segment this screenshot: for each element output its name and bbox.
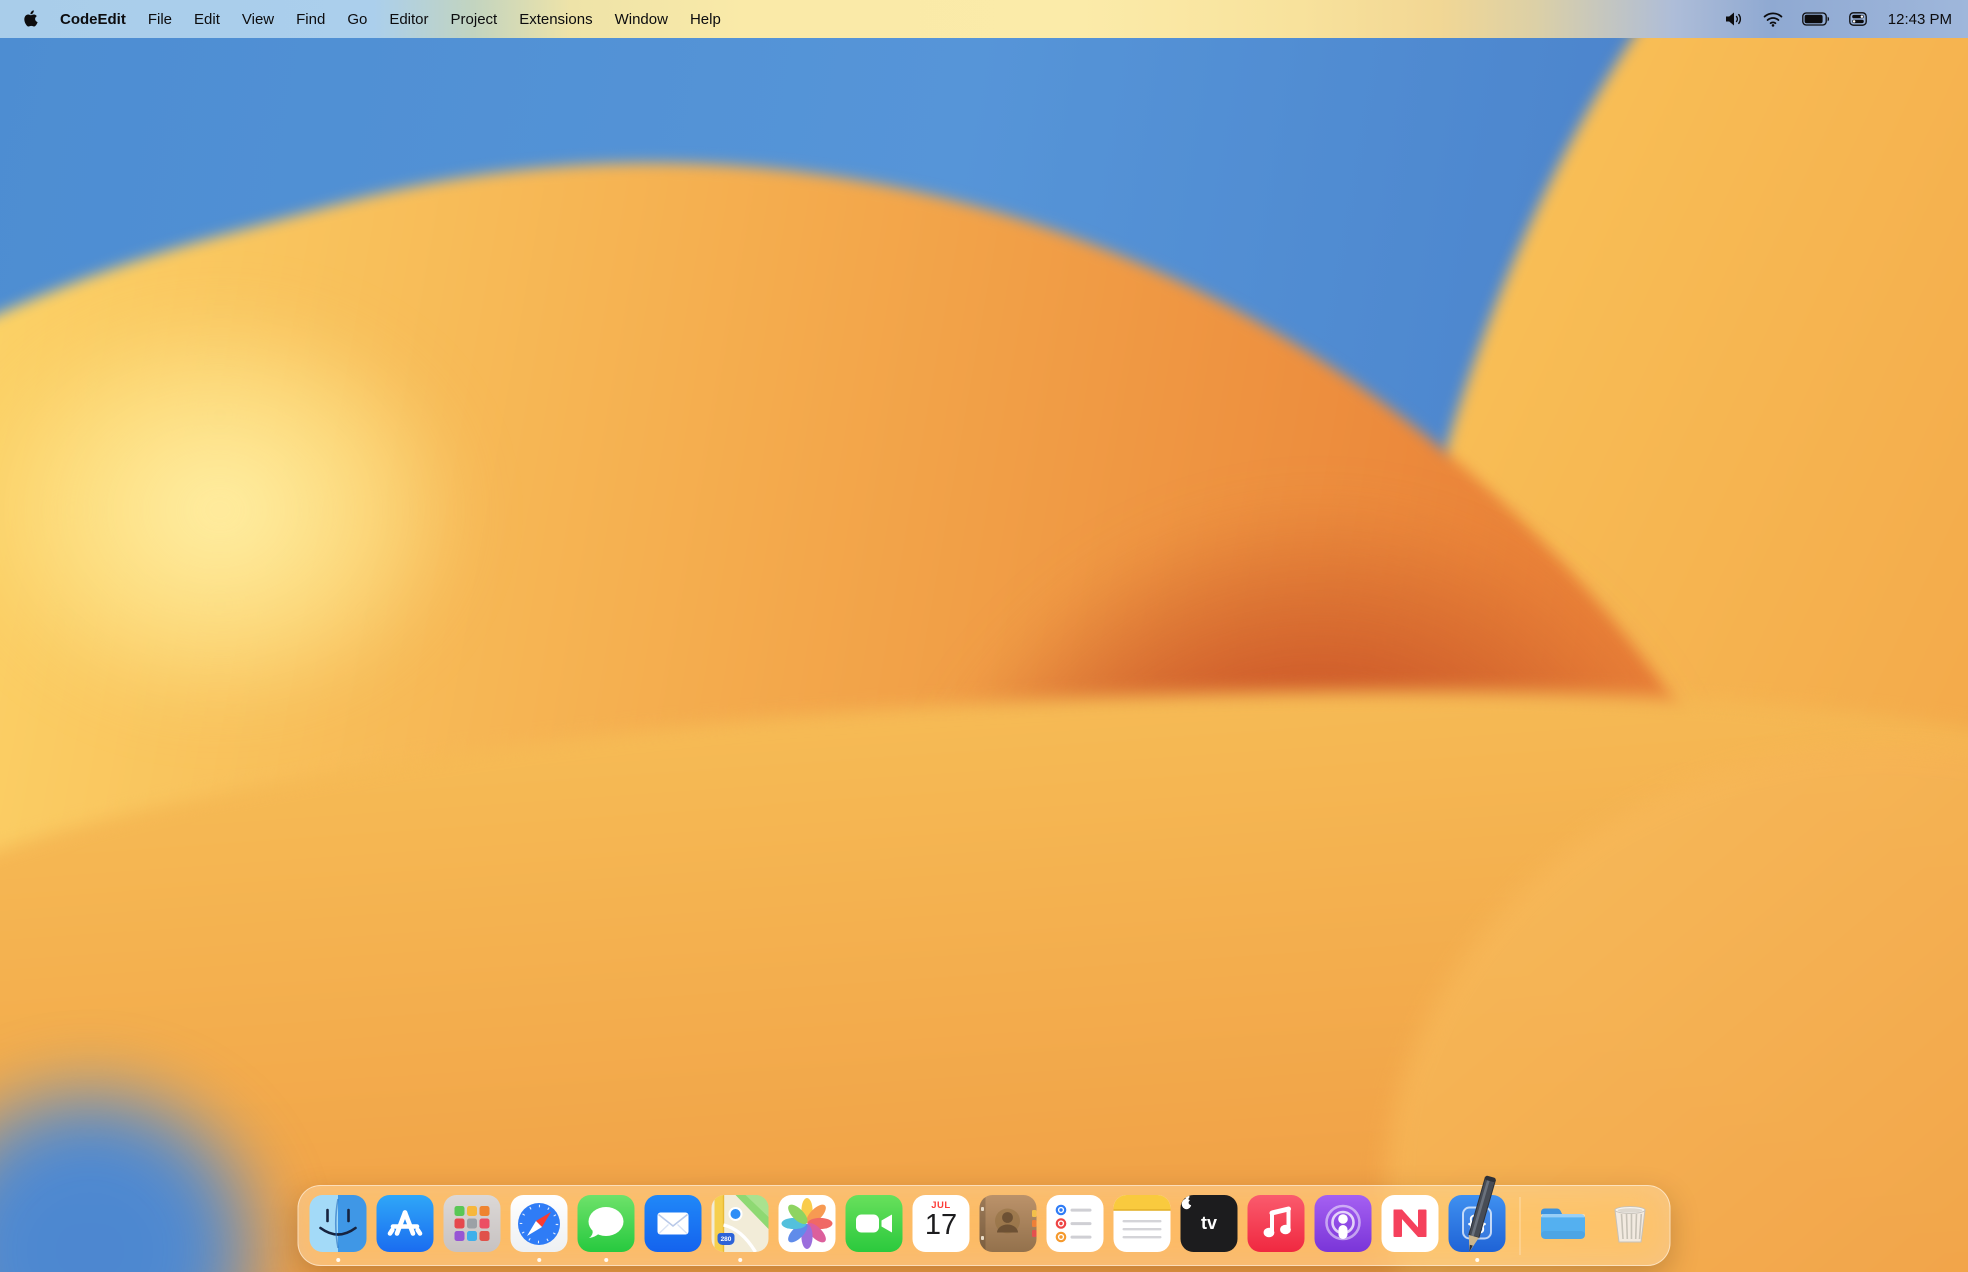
- calendar-day: 17: [913, 1209, 970, 1242]
- menu-item-file[interactable]: File: [137, 11, 183, 28]
- battery-icon[interactable]: [1802, 12, 1830, 26]
- wifi-icon[interactable]: [1763, 12, 1783, 27]
- running-indicator: [738, 1258, 743, 1263]
- desktop: CodeEditFileEditViewFindGoEditorProjectE…: [0, 0, 1968, 1272]
- dock-item-codeedit[interactable]: [1449, 1195, 1506, 1252]
- contacts-icon: [980, 1195, 1037, 1252]
- menu-bar: CodeEditFileEditViewFindGoEditorProjectE…: [0, 0, 1968, 38]
- mail-icon: [645, 1195, 702, 1252]
- menu-item-help[interactable]: Help: [679, 11, 732, 28]
- dock-item-notes[interactable]: [1114, 1195, 1171, 1252]
- running-indicator: [604, 1258, 609, 1263]
- dock-item-calendar[interactable]: JUL 17: [913, 1195, 970, 1252]
- photos-icon: [779, 1195, 836, 1252]
- podcasts-icon: [1315, 1195, 1372, 1252]
- news-icon: [1382, 1195, 1439, 1252]
- launchpad-icon: [444, 1195, 501, 1252]
- running-indicator: [336, 1258, 341, 1263]
- menu-item-editor[interactable]: Editor: [378, 11, 439, 28]
- dock-item-launchpad[interactable]: [444, 1195, 501, 1252]
- dock-item-mail[interactable]: [645, 1195, 702, 1252]
- apple-menu-icon[interactable]: [22, 10, 39, 27]
- dock: 280: [298, 1185, 1671, 1266]
- dock-item-contacts[interactable]: [980, 1195, 1037, 1252]
- music-icon: [1248, 1195, 1305, 1252]
- dock-item-safari[interactable]: [511, 1195, 568, 1252]
- apple-tv-icon: tv: [1181, 1195, 1238, 1252]
- dock-separator: [1520, 1197, 1521, 1255]
- menu-item-codeedit[interactable]: CodeEdit: [49, 11, 137, 28]
- control-center-icon[interactable]: [1849, 12, 1867, 26]
- dock-item-photos[interactable]: [779, 1195, 836, 1252]
- calendar-icon: JUL 17: [913, 1195, 970, 1252]
- notes-icon: [1114, 1195, 1171, 1252]
- dock-item-music[interactable]: [1248, 1195, 1305, 1252]
- messages-icon: [578, 1195, 635, 1252]
- dock-item-trash[interactable]: [1602, 1195, 1659, 1252]
- menu-item-window[interactable]: Window: [604, 11, 679, 28]
- maps-icon: 280: [712, 1195, 769, 1252]
- menu-item-go[interactable]: Go: [336, 11, 378, 28]
- dock-item-apple-tv[interactable]: tv: [1181, 1195, 1238, 1252]
- dock-item-reminders[interactable]: [1047, 1195, 1104, 1252]
- dock-item-facetime[interactable]: [846, 1195, 903, 1252]
- menu-item-view[interactable]: View: [231, 11, 285, 28]
- facetime-icon: [846, 1195, 903, 1252]
- running-indicator: [537, 1258, 542, 1263]
- desktop-wallpaper: [0, 0, 1968, 1272]
- dock-item-messages[interactable]: [578, 1195, 635, 1252]
- dock-item-app-store[interactable]: [377, 1195, 434, 1252]
- apple-tv-label: tv: [1201, 1213, 1217, 1234]
- downloads-folder-icon: [1535, 1195, 1592, 1252]
- running-indicator: [1475, 1258, 1480, 1263]
- dock-item-news[interactable]: [1382, 1195, 1439, 1252]
- menu-item-find[interactable]: Find: [285, 11, 336, 28]
- trash-icon: [1602, 1195, 1659, 1252]
- app-store-icon: [377, 1195, 434, 1252]
- volume-icon[interactable]: [1724, 11, 1744, 27]
- codeedit-icon: [1449, 1195, 1506, 1252]
- menu-item-project[interactable]: Project: [440, 11, 509, 28]
- menu-item-extensions[interactable]: Extensions: [508, 11, 603, 28]
- safari-icon: [511, 1195, 568, 1252]
- dock-item-podcasts[interactable]: [1315, 1195, 1372, 1252]
- dock-item-maps[interactable]: 280: [712, 1195, 769, 1252]
- menu-items: CodeEditFileEditViewFindGoEditorProjectE…: [49, 11, 732, 28]
- finder-icon: [310, 1195, 367, 1252]
- menu-item-edit[interactable]: Edit: [183, 11, 231, 28]
- dock-item-finder[interactable]: [310, 1195, 367, 1252]
- apple-logo-small: [1181, 1195, 1194, 1210]
- maps-highway-shield: 280: [718, 1233, 735, 1245]
- menu-bar-clock[interactable]: 12:43 PM: [1888, 11, 1952, 28]
- dock-item-folder[interactable]: [1535, 1195, 1592, 1252]
- reminders-icon: [1047, 1195, 1104, 1252]
